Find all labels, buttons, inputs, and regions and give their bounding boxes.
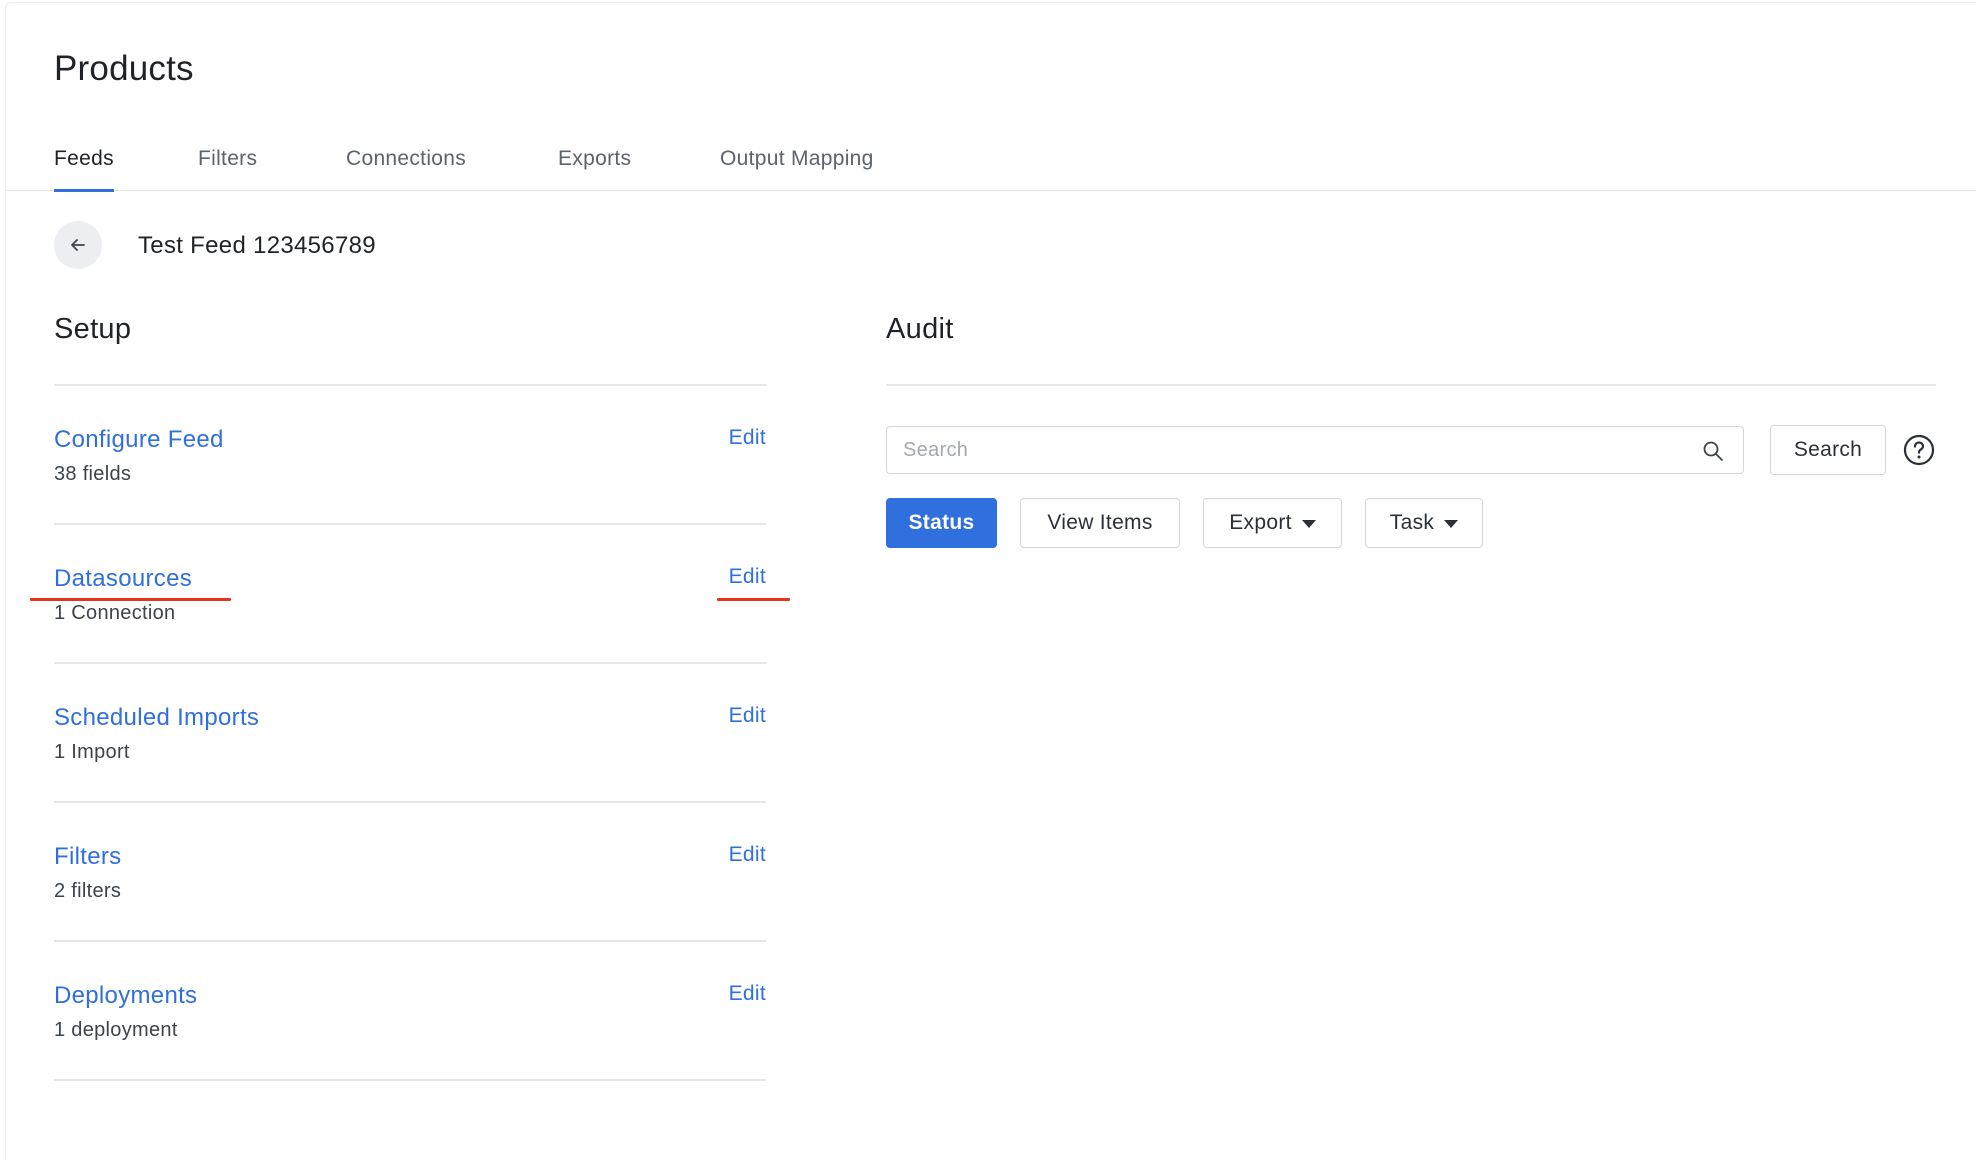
search-icon[interactable] xyxy=(1701,439,1725,463)
deployments-count: 1 deployment xyxy=(54,1019,178,1041)
filters-link[interactable]: Filters xyxy=(54,843,121,871)
page-title: Products xyxy=(54,49,194,88)
caret-down-icon xyxy=(1444,520,1459,528)
audit-title: Audit xyxy=(886,313,954,345)
audit-search-box xyxy=(886,426,1744,474)
tab-connections[interactable]: Connections xyxy=(346,147,466,191)
help-icon[interactable] xyxy=(1903,434,1935,466)
status-button[interactable]: Status xyxy=(886,498,997,548)
annotation-underline-edit xyxy=(717,598,790,601)
scheduled-imports-edit-link[interactable]: Edit xyxy=(729,704,766,728)
scheduled-imports-count: 1 Import xyxy=(54,741,130,763)
caret-down-icon xyxy=(1301,520,1316,528)
deployments-edit-link[interactable]: Edit xyxy=(729,982,766,1006)
audit-divider xyxy=(886,384,1936,386)
deployments-link[interactable]: Deployments xyxy=(54,982,197,1010)
setup-row-configure-feed: Configure Feed 38 fields Edit xyxy=(54,386,766,525)
search-button[interactable]: Search xyxy=(1770,425,1886,475)
scheduled-imports-link[interactable]: Scheduled Imports xyxy=(54,704,259,732)
tab-output-mapping[interactable]: Output Mapping xyxy=(720,147,874,191)
back-button[interactable] xyxy=(54,221,102,269)
feed-name: Test Feed 123456789 xyxy=(138,232,376,259)
export-dropdown-button[interactable]: Export xyxy=(1203,498,1342,548)
task-dropdown-button[interactable]: Task xyxy=(1365,498,1483,548)
configure-feed-link[interactable]: Configure Feed xyxy=(54,426,224,454)
tab-exports[interactable]: Exports xyxy=(558,147,631,191)
task-button-label: Task xyxy=(1389,511,1435,534)
datasources-count: 1 Connection xyxy=(54,602,176,624)
arrow-left-icon xyxy=(71,239,85,251)
setup-row-scheduled-imports: Scheduled Imports 1 Import Edit xyxy=(54,664,766,803)
setup-row-deployments: Deployments 1 deployment Edit xyxy=(54,942,766,1081)
setup-row-datasources: Datasources 1 Connection Edit xyxy=(54,525,766,664)
datasources-edit-link[interactable]: Edit xyxy=(729,565,766,589)
tab-feeds[interactable]: Feeds xyxy=(54,147,114,192)
filters-edit-link[interactable]: Edit xyxy=(729,843,766,867)
setup-title: Setup xyxy=(54,313,132,345)
view-items-button[interactable]: View Items xyxy=(1020,498,1180,548)
setup-row-filters: Filters 2 filters Edit xyxy=(54,803,766,942)
tab-filters[interactable]: Filters xyxy=(198,147,257,191)
tab-bar: Feeds Filters Connections Exports Output… xyxy=(6,139,1976,192)
configure-feed-edit-link[interactable]: Edit xyxy=(729,426,766,450)
filters-count: 2 filters xyxy=(54,880,122,902)
annotation-underline-datasources xyxy=(30,598,231,601)
configure-feed-count: 38 fields xyxy=(54,463,132,485)
export-button-label: Export xyxy=(1229,511,1292,534)
app-frame: Products Feeds Filters Connections Expor… xyxy=(5,2,1976,1160)
datasources-link[interactable]: Datasources xyxy=(54,565,192,593)
audit-search-input[interactable] xyxy=(903,427,1683,473)
